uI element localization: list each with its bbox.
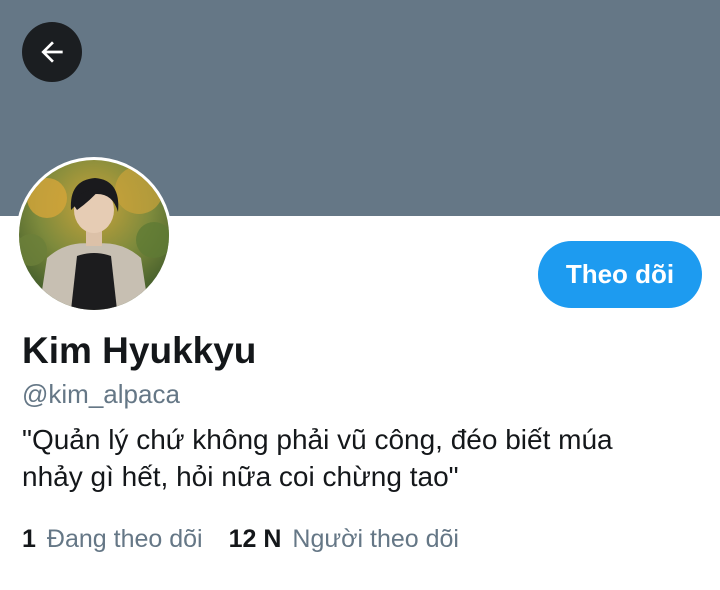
following-count: 1 [22,524,36,553]
bio-line: "Quản lý chứ không phải vũ công, đéo biế… [22,424,613,455]
profile-photo [19,160,169,310]
followers-stat[interactable]: 12 N Người theo dõi [229,525,459,554]
profile-name: Kim Hyukkyu [22,330,257,371]
arrow-left-icon [41,41,63,63]
following-label: Đang theo dõi [46,524,203,553]
profile-handle: @kim_alpaca [22,379,180,409]
back-button[interactable] [22,22,82,82]
follow-stats: 1 Đang theo dõi 12 N Người theo dõi [22,522,459,556]
avatar[interactable] [16,157,172,313]
profile-bio: "Quản lý chứ không phải vũ công, đéo biế… [22,421,702,495]
followers-count: 12 N [228,524,282,553]
bio-line: nhảy gì hết, hỏi nữa coi chừng tao" [22,461,459,492]
following-stat[interactable]: 1 Đang theo dõi [22,525,203,554]
followers-label: Người theo dõi [292,524,459,553]
follow-button[interactable]: Theo dõi [538,241,702,308]
